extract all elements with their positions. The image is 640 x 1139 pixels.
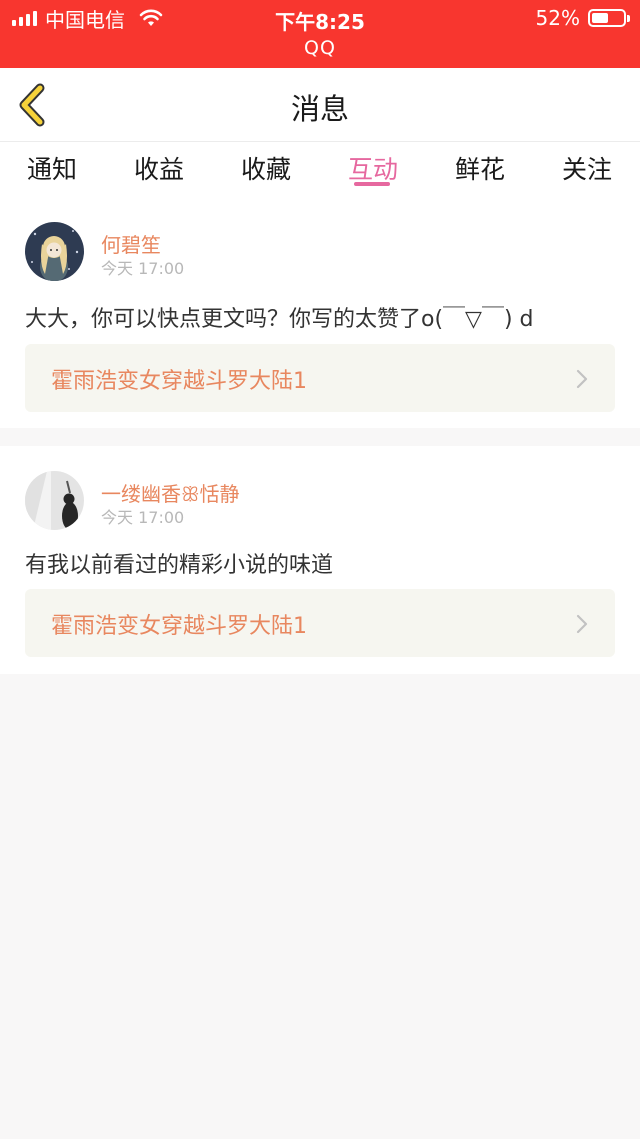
message-card: 一缕幽香ꕥ恬静 今天 17:00 有我以前看过的精彩小说的味道 霍雨浩变女穿越斗… — [0, 446, 640, 674]
avatar[interactable] — [25, 471, 84, 530]
book-title: 霍雨浩变女穿越斗罗大陆1 — [51, 369, 307, 394]
message-card: 何碧笙 今天 17:00 大大，你可以快点更文吗？你写的太赞了o(￣▽￣) d … — [0, 202, 640, 428]
status-bar: 中国电信 下午8:25 QQ 52% — [0, 0, 640, 68]
active-tab-indicator — [354, 182, 390, 186]
book-title: 霍雨浩变女穿越斗罗大陆1 — [51, 614, 307, 639]
chevron-right-icon — [576, 614, 588, 634]
nav-header: 消息 — [0, 68, 640, 142]
tab-earnings[interactable]: 收益 — [104, 150, 214, 186]
battery-level-fill — [592, 13, 608, 23]
book-link[interactable]: 霍雨浩变女穿越斗罗大陆1 — [25, 589, 615, 657]
tab-favorites[interactable]: 收藏 — [211, 150, 321, 186]
username[interactable]: 何碧笙 — [101, 229, 161, 258]
comment-text: 大大，你可以快点更文吗？你写的太赞了o(￣▽￣) d — [25, 307, 534, 332]
message-time: 今天 17:00 — [101, 259, 185, 278]
tab-notify[interactable]: 通知 — [0, 150, 107, 186]
chevron-right-icon — [576, 369, 588, 389]
tab-bar: 通知 收益 收藏 互动 鲜花 关注 — [0, 142, 640, 202]
battery-tip — [627, 14, 630, 22]
battery-icon — [588, 9, 626, 27]
comment-text: 有我以前看过的精彩小说的味道 — [25, 553, 334, 578]
tab-flowers[interactable]: 鲜花 — [425, 150, 535, 186]
tab-interaction[interactable]: 互动 — [318, 150, 428, 186]
battery-percent: 52% — [535, 6, 580, 30]
battery-group: 52% — [536, 6, 630, 30]
host-app-name: QQ — [304, 37, 336, 59]
username[interactable]: 一缕幽香ꕥ恬静 — [101, 478, 240, 507]
tab-follow[interactable]: 关注 — [532, 150, 640, 186]
page-title: 消息 — [290, 92, 349, 126]
avatar[interactable] — [25, 222, 84, 281]
message-time: 今天 17:00 — [101, 508, 185, 527]
book-link[interactable]: 霍雨浩变女穿越斗罗大陆1 — [25, 344, 615, 412]
